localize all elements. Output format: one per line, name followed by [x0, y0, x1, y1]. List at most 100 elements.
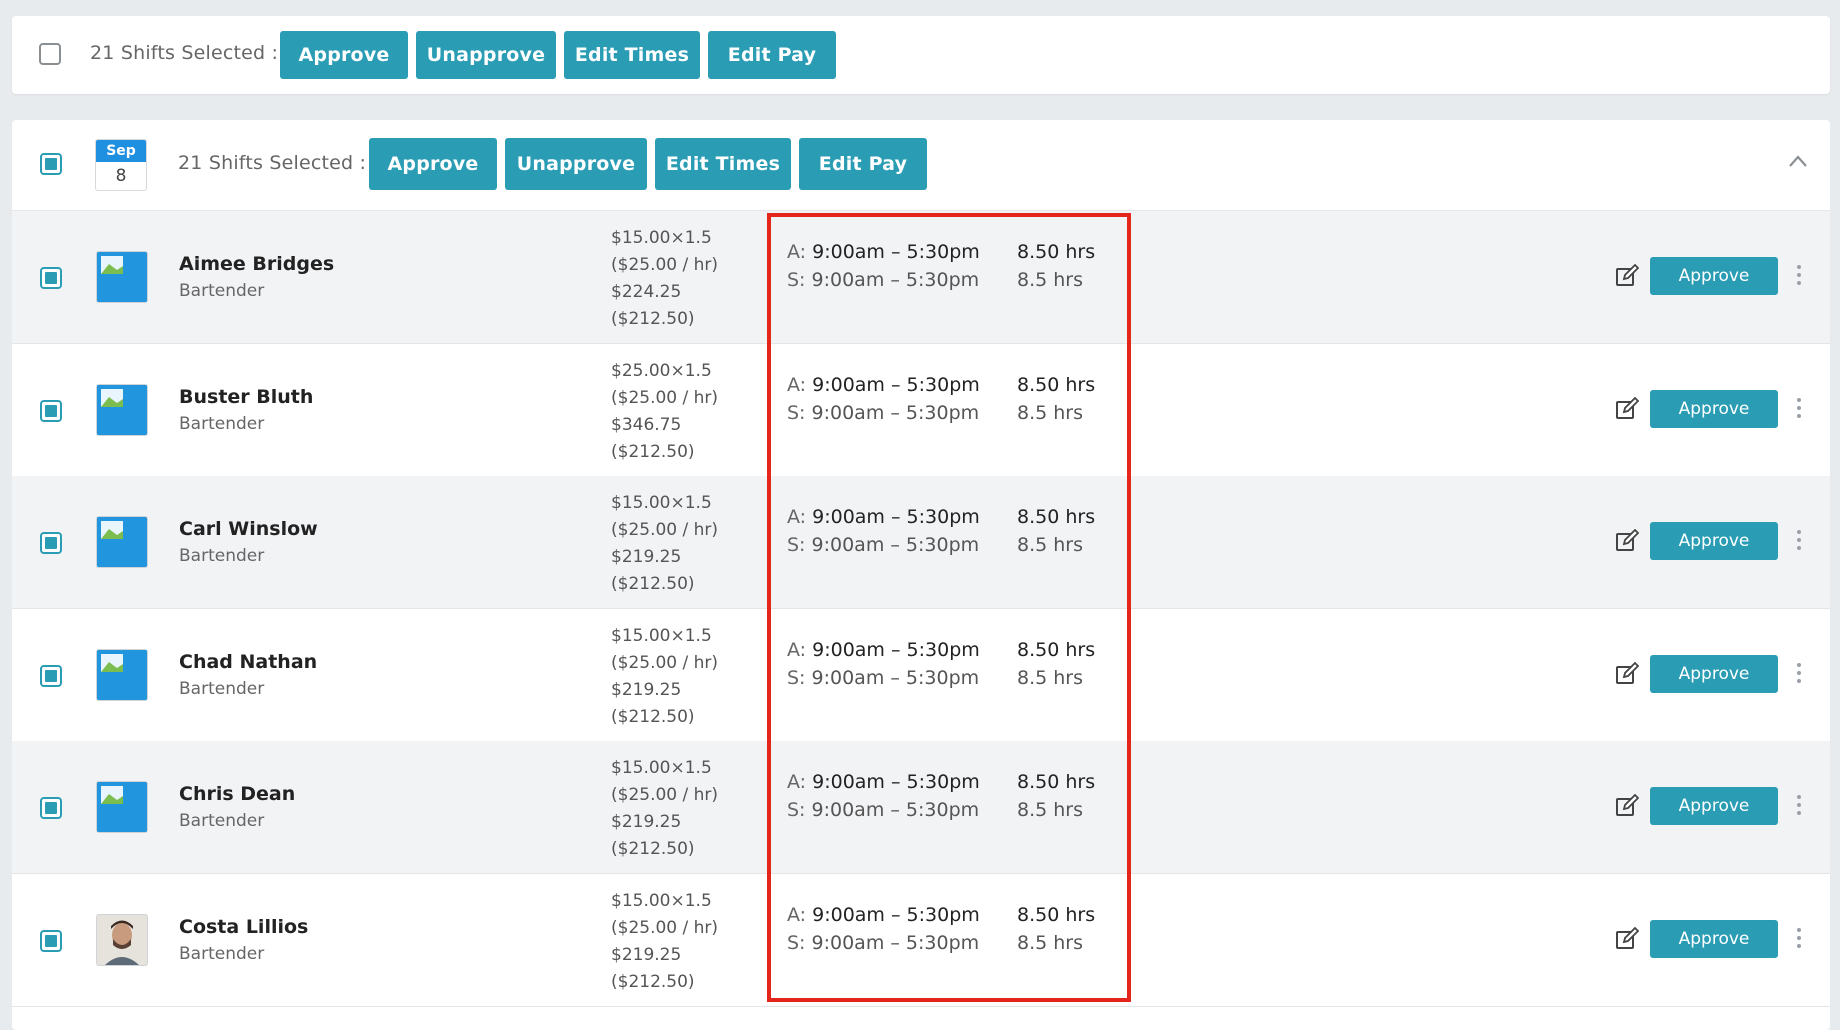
actual-time-range: 9:00am – 5:30pm — [812, 373, 980, 396]
pay-rate: $15.00×1.5 — [611, 758, 712, 779]
actual-time-range: 9:00am – 5:30pm — [812, 771, 980, 794]
edit-square-icon[interactable] — [1615, 264, 1639, 288]
employee-role: Bartender — [179, 678, 265, 699]
pay-hourly: ($25.00 / hr) — [611, 918, 719, 938]
edit-pay-button[interactable]: Edit Pay — [708, 31, 836, 79]
employee-role: Bartender — [179, 413, 265, 434]
employee-name[interactable]: Costa Lillios — [179, 916, 308, 938]
pay-rate: $25.00×1.5 — [611, 360, 712, 381]
edit-square-icon[interactable] — [1615, 661, 1639, 686]
shift-select-checkbox[interactable] — [40, 664, 62, 687]
actual-time: A: 9:00am – 5:30pm — [787, 241, 980, 263]
scheduled-time-label: S: — [787, 666, 806, 689]
shift-select-checkbox[interactable] — [40, 532, 62, 555]
employee-name[interactable]: Aimee Bridges — [179, 253, 334, 275]
edit-square-icon[interactable] — [1615, 529, 1639, 553]
avatar-photo-icon — [97, 915, 147, 965]
actual-hours: 8.50 hrs — [1017, 904, 1096, 926]
scheduled-time-range: 9:00am – 5:30pm — [811, 401, 980, 424]
kebab-menu-icon[interactable] — [1796, 263, 1802, 287]
avatar — [96, 914, 148, 966]
scheduled-time-range: 9:00am – 5:30pm — [811, 534, 980, 557]
pay-rate: $15.00×1.5 — [611, 493, 712, 514]
bulk-action-bar: 21 Shifts Selected : Approve Unapprove E… — [12, 16, 1830, 94]
pay-total: $219.25 — [611, 945, 682, 965]
pay-hourly: ($25.00 / hr) — [611, 387, 719, 408]
scheduled-time: S: 9:00am – 5:30pm — [787, 932, 979, 954]
row-approve-button[interactable]: Approve — [1650, 522, 1778, 561]
day-selected-count-label: 21 Shifts Selected : — [178, 152, 367, 174]
scheduled-hours: 8.5 hrs — [1017, 666, 1084, 689]
image-placeholder-icon — [97, 517, 147, 568]
employee-role: Bartender — [179, 944, 265, 964]
employee-role: Bartender — [179, 811, 265, 832]
select-all-checkbox[interactable] — [39, 43, 61, 65]
date-badge: Sep 8 — [95, 139, 147, 191]
kebab-menu-icon[interactable] — [1796, 661, 1802, 685]
employee-name[interactable]: Carl Winslow — [179, 518, 318, 540]
actual-hours: 8.50 hrs — [1017, 638, 1096, 661]
scheduled-hours: 8.5 hrs — [1017, 401, 1084, 424]
day-select-checkbox[interactable] — [40, 153, 62, 175]
pay-hourly: ($25.00 / hr) — [611, 520, 719, 541]
row-approve-button[interactable]: Approve — [1650, 787, 1778, 826]
employee-name[interactable]: Chris Dean — [179, 783, 295, 805]
pay-rate: $15.00×1.5 — [611, 625, 712, 646]
shift-row: Chad Nathan Bartender $15.00×1.5 ($25.00… — [12, 609, 1830, 742]
edit-square-icon[interactable] — [1615, 927, 1639, 951]
pay-details: $25.00×1.5 ($25.00 / hr) $346.75 ($212.5… — [611, 358, 718, 466]
pay-rate: $15.00×1.5 — [611, 228, 712, 248]
actual-time-range: 9:00am – 5:30pm — [812, 241, 980, 263]
day-approve-button[interactable]: Approve — [369, 138, 497, 190]
day-unapprove-button[interactable]: Unapprove — [505, 138, 647, 190]
scheduled-hours: 8.5 hrs — [1017, 932, 1084, 954]
pay-base: ($212.50) — [611, 574, 695, 595]
pay-details: $15.00×1.5 ($25.00 / hr) $219.25 ($212.5… — [611, 755, 718, 863]
kebab-menu-icon[interactable] — [1796, 926, 1802, 950]
scheduled-time-label: S: — [787, 534, 806, 557]
actual-time-label: A: — [787, 771, 807, 794]
row-approve-button[interactable]: Approve — [1650, 257, 1778, 295]
day-edit-times-button[interactable]: Edit Times — [655, 138, 791, 190]
actual-hours: 8.50 hrs — [1017, 771, 1096, 794]
actual-time: A: 9:00am – 5:30pm — [787, 771, 980, 793]
shift-select-checkbox[interactable] — [40, 399, 62, 422]
day-edit-pay-button[interactable]: Edit Pay — [799, 138, 927, 190]
pay-details: $15.00×1.5 ($25.00 / hr) $219.25 ($212.5… — [611, 888, 718, 996]
unapprove-button[interactable]: Unapprove — [416, 31, 556, 79]
actual-time-label: A: — [787, 373, 807, 396]
shift-select-checkbox[interactable] — [40, 797, 62, 820]
employee-role: Bartender — [179, 281, 265, 301]
actual-time: A: 9:00am – 5:30pm — [787, 374, 980, 396]
kebab-menu-icon[interactable] — [1796, 528, 1802, 552]
scheduled-time-range: 9:00am – 5:30pm — [811, 666, 980, 689]
actual-time: A: 9:00am – 5:30pm — [787, 506, 980, 528]
pay-total: $346.75 — [611, 414, 682, 435]
employee-name[interactable]: Buster Bluth — [179, 386, 313, 408]
row-approve-button[interactable]: Approve — [1650, 389, 1778, 428]
edit-square-icon[interactable] — [1615, 396, 1639, 421]
approve-button[interactable]: Approve — [280, 31, 408, 79]
avatar — [96, 781, 148, 834]
chevron-up-icon[interactable] — [1788, 154, 1808, 168]
edit-square-icon[interactable] — [1615, 794, 1639, 818]
shift-select-checkbox[interactable] — [40, 267, 62, 289]
shift-select-checkbox[interactable] — [40, 930, 62, 952]
actual-time-label: A: — [787, 904, 807, 926]
row-approve-button[interactable]: Approve — [1650, 920, 1778, 958]
edit-times-button[interactable]: Edit Times — [564, 31, 700, 79]
kebab-menu-icon[interactable] — [1796, 396, 1802, 420]
shift-row: Aimee Bridges Bartender $15.00×1.5 ($25.… — [12, 211, 1830, 344]
pay-base: ($212.50) — [611, 972, 695, 992]
pay-total: $219.25 — [611, 547, 682, 568]
employee-name[interactable]: Chad Nathan — [179, 651, 317, 673]
pay-hourly: ($25.00 / hr) — [611, 652, 719, 673]
image-placeholder-icon — [97, 384, 147, 435]
kebab-menu-icon[interactable] — [1796, 793, 1802, 817]
scheduled-time-label: S: — [787, 401, 806, 424]
scheduled-time: S: 9:00am – 5:30pm — [787, 402, 979, 424]
employee-role: Bartender — [179, 546, 265, 567]
row-approve-button[interactable]: Approve — [1650, 654, 1778, 693]
actual-hours: 8.50 hrs — [1017, 241, 1096, 263]
scheduled-time: S: 9:00am – 5:30pm — [787, 534, 979, 556]
